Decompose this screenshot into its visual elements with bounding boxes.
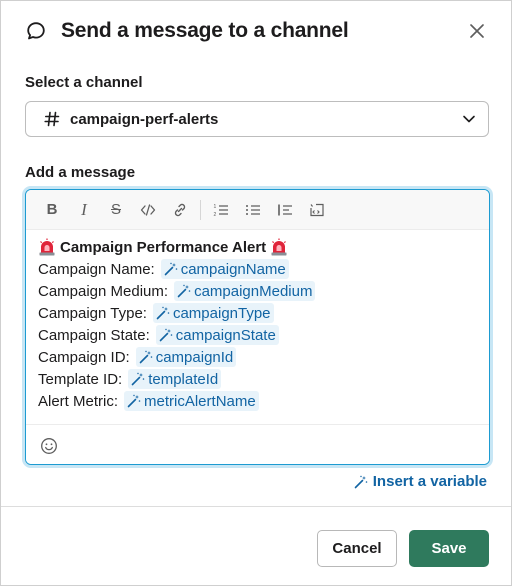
svg-text:2: 2 [214, 212, 217, 218]
emoji-icon[interactable] [38, 435, 60, 457]
close-icon[interactable] [463, 17, 491, 45]
send-message-modal: Send a message to a channel Select a cha… [0, 0, 512, 586]
variable-token[interactable]: campaignName [160, 259, 289, 279]
select-channel-label: Select a channel [25, 74, 143, 91]
footer-divider [1, 506, 511, 507]
selected-channel: campaign-perf-alerts [70, 110, 219, 128]
variable-token[interactable]: templateId [128, 369, 222, 389]
variable-token[interactable]: metricAlertName [124, 391, 259, 411]
magic-wand-icon [354, 475, 368, 488]
code-block-icon[interactable] [301, 196, 333, 224]
add-message-label: Add a message [25, 164, 136, 181]
insert-variable-link[interactable]: Insert a variable [354, 473, 487, 490]
channel-select[interactable]: campaign-perf-alerts [25, 101, 489, 137]
magic-wand-icon [127, 394, 141, 408]
field-label: Template ID: [38, 370, 123, 388]
message-line: Campaign Medium: campaignMedium [38, 280, 478, 302]
variable-token[interactable]: campaignType [152, 303, 274, 323]
magic-wand-icon [156, 306, 170, 320]
bold-button[interactable]: B [36, 196, 68, 224]
field-label: Campaign Medium: [38, 282, 169, 300]
message-content[interactable]: Campaign Performance Alert Campaign Name… [38, 236, 478, 424]
message-line: Campaign Name: campaignName [38, 258, 478, 280]
variable-token[interactable]: campaignId [135, 347, 237, 367]
message-line: Campaign State: campaignState [38, 324, 478, 346]
bullet-list-icon[interactable] [237, 196, 269, 224]
hash-icon [44, 111, 60, 127]
heading-text: Campaign Performance Alert [60, 238, 267, 256]
cancel-button[interactable]: Cancel [317, 530, 397, 567]
magic-wand-icon [159, 328, 173, 342]
field-label: Campaign ID: [38, 348, 130, 366]
code-icon[interactable] [132, 196, 164, 224]
message-line: Campaign Type: campaignType [38, 302, 478, 324]
magic-wand-icon [164, 262, 178, 276]
chevron-down-icon [462, 112, 476, 126]
formatting-toolbar: B I S 12 [26, 190, 489, 230]
variable-token[interactable]: campaignState [155, 325, 279, 345]
ordered-list-icon[interactable]: 12 [205, 196, 237, 224]
svg-text:1: 1 [214, 204, 217, 210]
magic-wand-icon [139, 350, 153, 364]
field-label: Campaign State: [38, 326, 150, 344]
speech-bubble-icon [25, 20, 47, 42]
blockquote-icon[interactable] [269, 196, 301, 224]
siren-icon [271, 238, 287, 256]
alert-heading: Campaign Performance Alert [38, 236, 478, 258]
strikethrough-button[interactable]: S [100, 196, 132, 224]
field-label: Alert Metric: [38, 392, 119, 410]
message-line: Campaign ID: campaignId [38, 346, 478, 368]
save-button[interactable]: Save [409, 530, 489, 567]
message-editor[interactable]: B I S 12 Campaign Performance Alert Camp… [25, 189, 490, 465]
magic-wand-icon [131, 372, 145, 386]
message-line: Template ID: templateId [38, 368, 478, 390]
field-label: Campaign Type: [38, 304, 147, 322]
italic-button[interactable]: I [68, 196, 100, 224]
variable-token[interactable]: campaignMedium [174, 281, 316, 301]
modal-title: Send a message to a channel [61, 19, 349, 42]
modal-header: Send a message to a channel [25, 15, 491, 47]
message-line: Alert Metric: metricAlertName [38, 390, 478, 412]
field-label: Campaign Name: [38, 260, 155, 278]
siren-icon [39, 238, 55, 256]
editor-footer [26, 424, 489, 464]
link-icon[interactable] [164, 196, 196, 224]
toolbar-divider [200, 199, 201, 220]
magic-wand-icon [177, 284, 191, 298]
